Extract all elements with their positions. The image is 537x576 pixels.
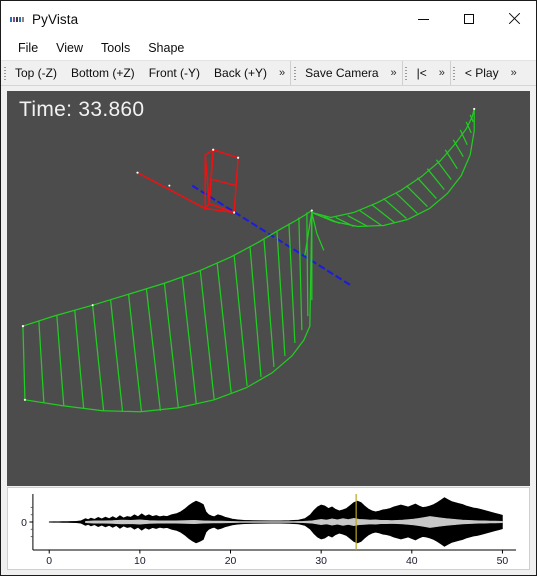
toolbar-group-transport-first: |< » [402,61,451,85]
window-controls [401,1,536,37]
toolbar-grip-icon[interactable] [403,61,410,85]
x-tick-label: 50 [497,556,509,567]
view-bottom-button[interactable]: Bottom (+Z) [64,61,142,85]
menu-item-tools[interactable]: Tools [92,38,139,59]
toolbar-group-camera-views: Top (-Z) Bottom (+Z) Front (-Y) Back (+Y… [1,61,292,85]
title-bar: PyVista [1,1,536,37]
view-top-button[interactable]: Top (-Z) [8,61,64,85]
mesh-wing-lower [22,210,313,413]
pyvista-logo-icon [10,14,24,25]
vertex-points [21,107,476,401]
view-back-button[interactable]: Back (+Y) [207,61,274,85]
chevron-overflow-icon-camera[interactable]: » [386,61,402,85]
pyvista-window: PyVista File View Tools Shape Top (-Z) B… [0,0,537,576]
chevron-overflow-icon-first[interactable]: » [434,61,450,85]
toolbar-grip-icon[interactable] [451,61,458,85]
title-bar-left: PyVista [1,12,78,27]
y-tick-label: 0 [21,518,27,529]
axis-line-blue [191,184,352,287]
x-tick-label: 30 [315,556,327,567]
minimize-icon[interactable] [401,1,446,37]
x-tick-label: 10 [134,556,146,567]
toolbar-group-transport-play: < Play » [450,61,522,85]
scene-render [21,107,476,413]
toolbar-grip-icon[interactable] [291,61,298,85]
play-button[interactable]: < Play [458,61,506,85]
menu-bar: File View Tools Shape [1,37,536,60]
chevron-overflow-icon-play[interactable]: » [506,61,522,85]
x-tick-label: 40 [406,556,418,567]
close-icon[interactable] [491,1,536,37]
menu-item-shape[interactable]: Shape [139,38,193,59]
window-title: PyVista [32,11,79,27]
view-front-button[interactable]: Front (-Y) [142,61,207,85]
signal-plot-canvas: 0 10 20 30 40 50 0 [21,494,517,567]
mesh-wing-upper [304,108,475,256]
save-camera-button[interactable]: Save Camera [298,61,385,85]
structure-frame-red [137,148,239,214]
chevron-overflow-icon-views[interactable]: » [274,61,290,85]
render-viewport[interactable]: Time: 33.860 [7,91,530,486]
maximize-icon[interactable] [446,1,491,37]
toolbar-grip-icon[interactable] [1,61,8,85]
x-tick-label: 0 [46,556,52,567]
x-tick-label: 20 [225,556,237,567]
signal-plot[interactable]: 0 10 20 30 40 50 0 [7,487,530,570]
skip-to-start-button[interactable]: |< [410,61,434,85]
toolbar-group-save-camera: Save Camera » [291,61,403,85]
toolbar: Top (-Z) Bottom (+Z) Front (-Y) Back (+Y… [1,60,536,86]
menu-item-file[interactable]: File [9,38,47,59]
menu-item-view[interactable]: View [47,38,92,59]
